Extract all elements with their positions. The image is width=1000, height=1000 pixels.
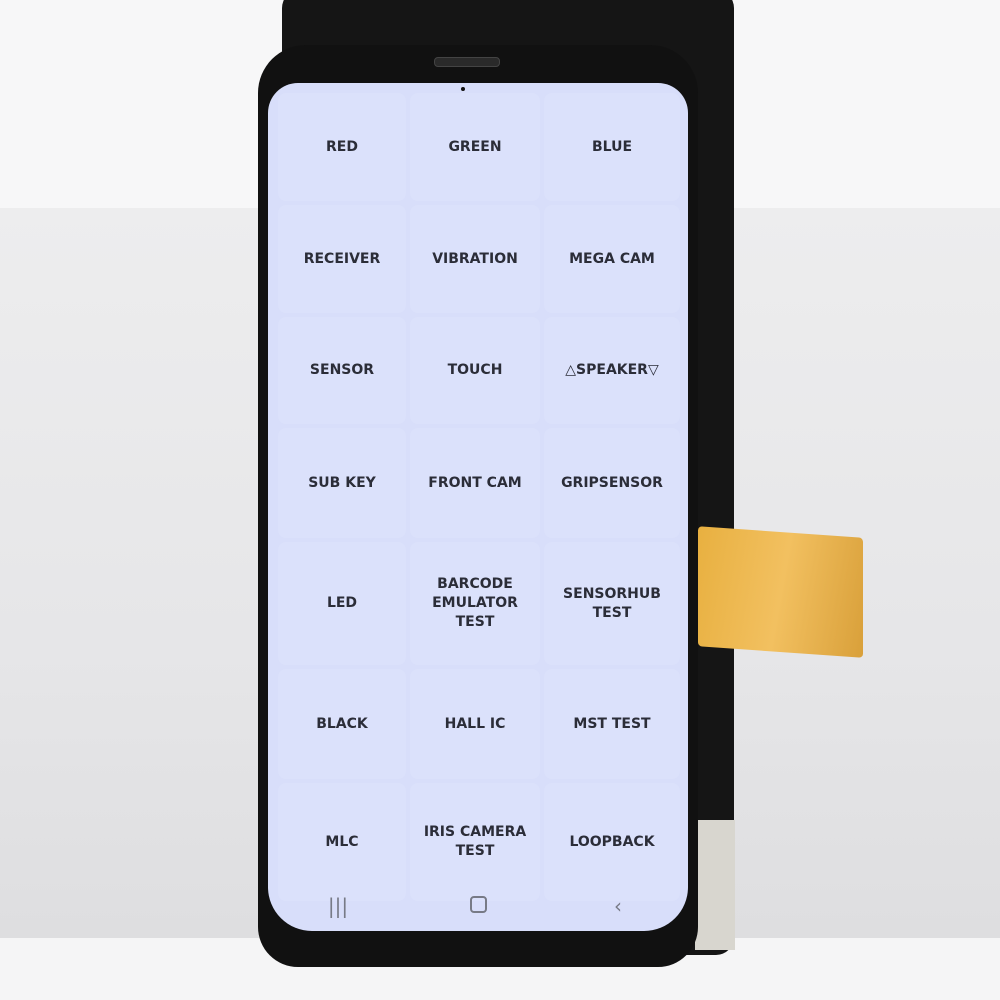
test-menu-grid: RED GREEN BLUE RECEIVER VIBRATION MEGA CAM SEN… (278, 93, 680, 901)
test-menu-item[interactable]: VIBRATION (410, 205, 540, 313)
test-menu-item[interactable]: BLUE (544, 93, 680, 201)
phone: RED GREEN BLUE RECEIVER VIBRATION MEGA CAM SEN… (258, 45, 698, 967)
test-menu-item[interactable]: HALL IC (410, 669, 540, 779)
test-menu-item[interactable]: RECEIVER (278, 205, 406, 313)
test-menu-item[interactable]: SENSOR (278, 317, 406, 424)
nav-bar: ||| ‹ (268, 881, 688, 931)
recents-icon[interactable]: ||| (308, 894, 368, 918)
flex-cable (698, 526, 863, 658)
test-menu-item[interactable]: MEGA CAM (544, 205, 680, 313)
back-icon[interactable]: ‹ (588, 894, 648, 918)
test-menu-item[interactable]: FRONT CAM (410, 428, 540, 538)
test-menu-item[interactable]: SUB KEY (278, 428, 406, 538)
tape (695, 820, 735, 950)
test-menu-item[interactable]: TOUCH (410, 317, 540, 424)
earpiece (434, 57, 500, 67)
test-menu-item[interactable]: GREEN (410, 93, 540, 201)
test-menu-item[interactable]: BARCODE EMULATOR TEST (410, 542, 540, 665)
screen: RED GREEN BLUE RECEIVER VIBRATION MEGA CAM SEN… (268, 83, 688, 931)
home-icon[interactable] (448, 894, 508, 918)
test-menu-item[interactable]: RED (278, 93, 406, 201)
test-menu-item[interactable]: LED (278, 542, 406, 665)
test-menu-item[interactable]: MST TEST (544, 669, 680, 779)
test-menu-item[interactable]: BLACK (278, 669, 406, 779)
test-menu-item[interactable]: GRIPSENSOR (544, 428, 680, 538)
test-menu-item[interactable]: SENSORHUB TEST (544, 542, 680, 665)
test-menu-item[interactable]: △SPEAKER▽ (544, 317, 680, 424)
